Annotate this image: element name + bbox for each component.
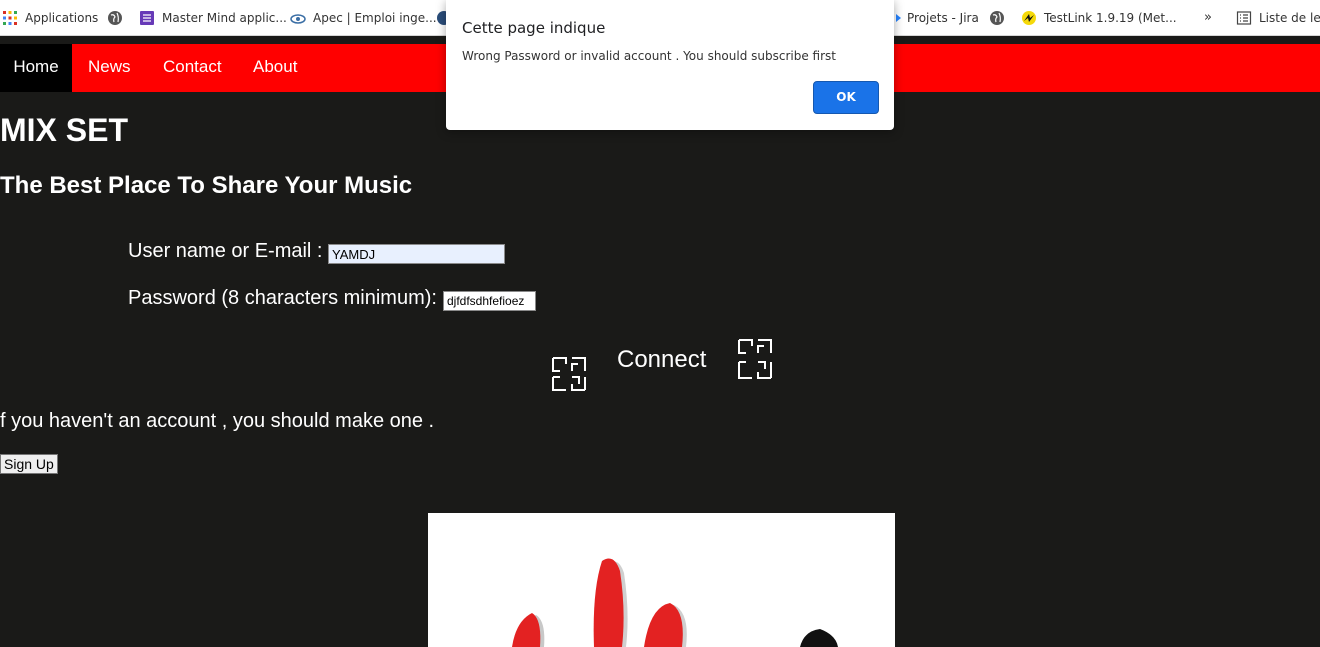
username-label: User name or E-mail :: [128, 240, 323, 262]
dialog-ok-button[interactable]: OK: [813, 81, 879, 114]
bookmark-label: Applications: [25, 11, 99, 25]
reading-list-button[interactable]: Liste de lect: [1236, 9, 1320, 27]
bookmark-label: Master Mind applic...: [162, 11, 287, 25]
nav-contact-link[interactable]: Contact: [163, 44, 222, 92]
connect-ornament-right-icon: [737, 338, 773, 379]
dialog-message: Wrong Password or invalid account . You …: [462, 49, 836, 63]
globe-icon: [989, 10, 1005, 26]
reading-list-icon: [1236, 10, 1252, 26]
account-prompt: f you haven't an account , you should ma…: [0, 410, 435, 432]
dialog-title: Cette page indique: [462, 19, 606, 37]
sign-up-button[interactable]: Sign Up: [0, 454, 58, 474]
nav-home-link[interactable]: Home: [0, 44, 72, 92]
apps-grid-icon: [2, 10, 18, 26]
site-logo-image: [428, 513, 895, 647]
nav-about-link[interactable]: About: [253, 44, 297, 92]
globe-icon: [107, 10, 123, 26]
password-input[interactable]: [443, 291, 536, 311]
jira-icon: [896, 10, 902, 26]
bookmark-globe[interactable]: [107, 9, 130, 27]
bookmark-jira[interactable]: Projets - Jira: [896, 9, 979, 27]
nav-news-link[interactable]: News: [88, 44, 131, 92]
bookmark-label: Apec | Emploi inge...: [313, 11, 437, 25]
grid-doc-icon: [139, 10, 155, 26]
page-title: MIX SET: [0, 112, 129, 148]
page-subtitle: The Best Place To Share Your Music: [0, 172, 413, 199]
bookmark-applications[interactable]: Applications: [2, 9, 98, 27]
bookmark-master-mind[interactable]: Master Mind applic...: [139, 9, 287, 27]
connect-ornament-left-icon: [551, 356, 587, 392]
alert-dialog: Cette page indique Wrong Password or inv…: [446, 0, 894, 130]
bookmark-label: TestLink 1.9.19 (Met...: [1044, 11, 1177, 25]
bookmark-label: Projets - Jira: [907, 11, 979, 25]
bookmark-apec[interactable]: Apec | Emploi inge...: [290, 9, 437, 27]
bookmark-testlink[interactable]: TestLink 1.9.19 (Met...: [1021, 9, 1177, 27]
testlink-icon: [1021, 10, 1037, 26]
apec-icon: [290, 10, 306, 26]
username-input[interactable]: [328, 244, 505, 264]
bookmark-globe-2[interactable]: [989, 9, 1012, 27]
password-label: Password (8 characters minimum):: [128, 287, 437, 309]
reading-list-label: Liste de lect: [1259, 11, 1320, 25]
bookmarks-overflow-button[interactable]: »: [1204, 9, 1212, 27]
connect-button[interactable]: Connect: [617, 346, 706, 374]
